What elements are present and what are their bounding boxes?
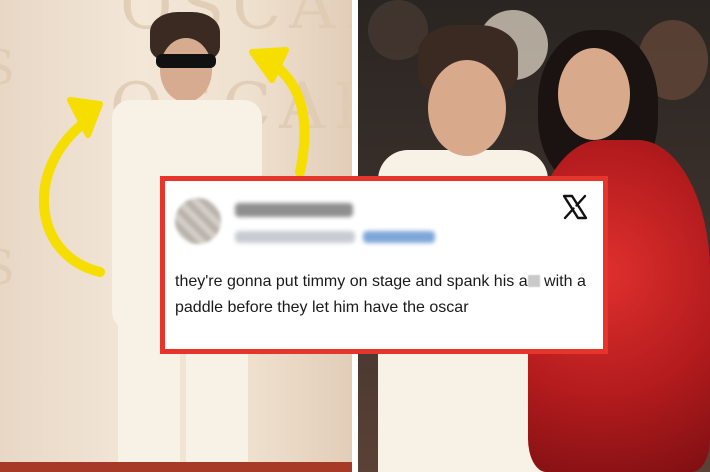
blurred-display-name: [235, 203, 353, 217]
tweet-text: they're gonna put timmy on stage and spa…: [175, 269, 595, 321]
blurred-handle: [235, 231, 355, 243]
x-logo-icon[interactable]: [561, 193, 589, 221]
blurred-avatar: [175, 198, 221, 244]
blurred-follow-link: [363, 231, 435, 243]
censor-block: [527, 275, 540, 287]
tweet-text-part1: they're gonna put timmy on stage and spa…: [175, 273, 528, 290]
tweet-card[interactable]: they're gonna put timmy on stage and spa…: [160, 176, 608, 354]
